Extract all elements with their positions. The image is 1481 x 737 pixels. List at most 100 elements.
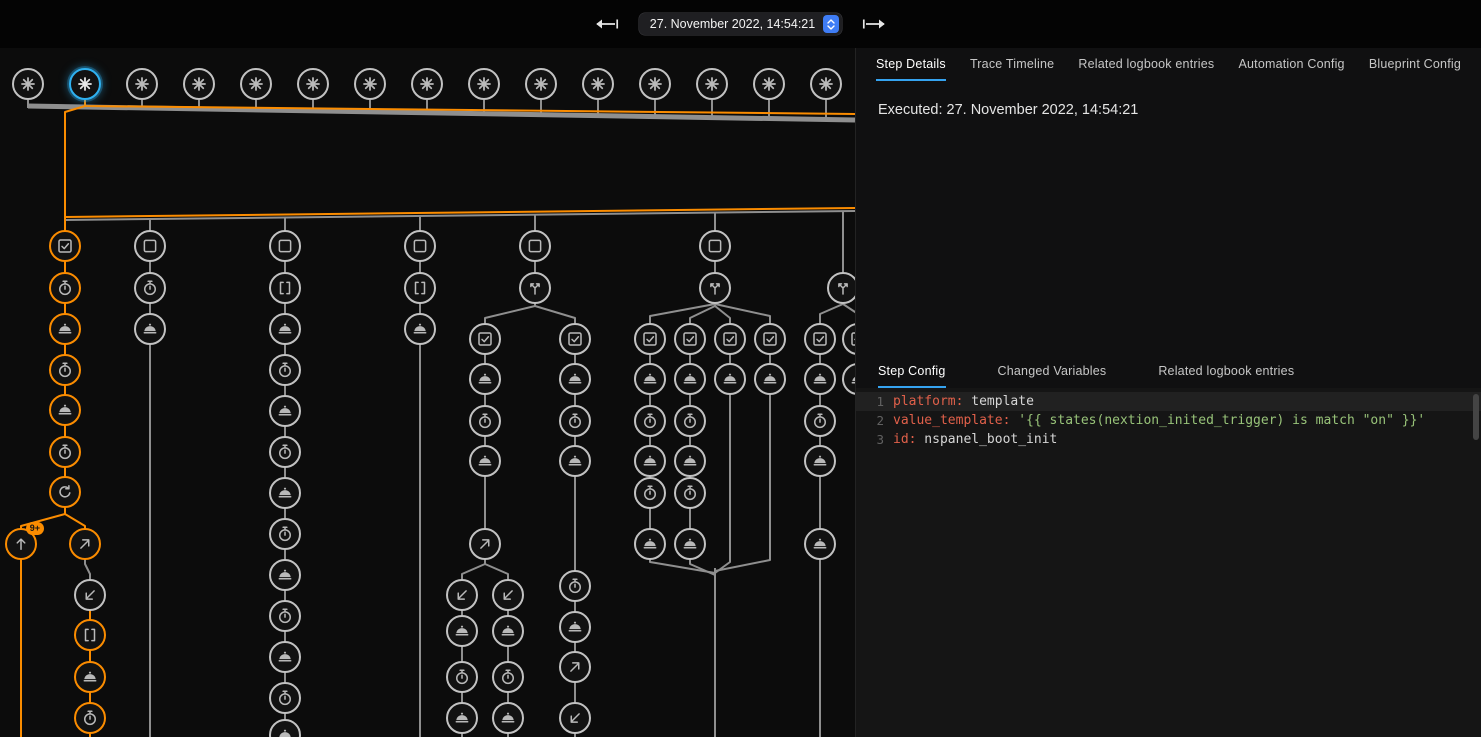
trace-node-service[interactable] xyxy=(634,445,666,477)
run-date-select[interactable]: 27. November 2022, 14:54:21 xyxy=(639,13,842,35)
trace-node-service[interactable] xyxy=(49,394,81,426)
trace-node-service[interactable] xyxy=(804,445,836,477)
trace-node-sw[interactable] xyxy=(492,579,524,611)
trace-node-delay[interactable] xyxy=(269,518,301,550)
trace-node-service[interactable] xyxy=(269,395,301,427)
trace-node-delay[interactable] xyxy=(559,405,591,437)
trace-node-choose[interactable] xyxy=(519,272,551,304)
trace-node-service[interactable] xyxy=(634,363,666,395)
trace-node-template[interactable] xyxy=(269,272,301,304)
trace-node-ne[interactable] xyxy=(69,528,101,560)
trace-node-choose[interactable] xyxy=(699,272,731,304)
trace-node-condition[interactable] xyxy=(49,230,81,262)
code-line-2[interactable]: 2value_template: '{{ states(nextion_init… xyxy=(856,411,1481,430)
trace-node-template[interactable] xyxy=(404,272,436,304)
tab-changed-variables[interactable]: Changed Variables xyxy=(998,355,1107,388)
trace-node-service[interactable] xyxy=(469,363,501,395)
trace-node-repeat[interactable] xyxy=(49,476,81,508)
trace-node-blank[interactable] xyxy=(134,230,166,262)
trace-node-service[interactable] xyxy=(714,363,746,395)
trace-node-trigger[interactable] xyxy=(183,68,215,100)
trace-node-trigger[interactable] xyxy=(126,68,158,100)
previous-run-button[interactable] xyxy=(589,14,623,34)
trace-node-delay[interactable] xyxy=(559,570,591,602)
trace-node-condition[interactable] xyxy=(469,323,501,355)
trace-node-service[interactable] xyxy=(492,702,524,734)
trace-node-trigger[interactable] xyxy=(69,68,101,100)
trace-node-service[interactable] xyxy=(446,615,478,647)
trace-node-ne[interactable] xyxy=(469,528,501,560)
trace-node-service[interactable] xyxy=(559,445,591,477)
trace-node-sw[interactable] xyxy=(559,702,591,734)
trace-node-delay[interactable] xyxy=(49,354,81,386)
trace-node-service[interactable] xyxy=(804,363,836,395)
trace-node-delay[interactable] xyxy=(49,436,81,468)
trace-node-sw[interactable] xyxy=(74,579,106,611)
trace-node-service[interactable] xyxy=(269,559,301,591)
tab-related-logbook-entries[interactable]: Related logbook entries xyxy=(1078,48,1214,81)
trace-node-trigger[interactable] xyxy=(12,68,44,100)
trace-node-service[interactable] xyxy=(134,313,166,345)
trace-node-trigger[interactable] xyxy=(810,68,842,100)
trace-node-delay[interactable] xyxy=(269,354,301,386)
tab-step-config[interactable]: Step Config xyxy=(878,355,946,388)
scrollbar-thumb[interactable] xyxy=(1473,394,1479,440)
trace-node-service[interactable] xyxy=(559,611,591,643)
code-line-3[interactable]: 3id: nspanel_boot_init xyxy=(856,430,1481,449)
trace-node-delay[interactable] xyxy=(804,405,836,437)
trace-node-trigger[interactable] xyxy=(525,68,557,100)
code-line-1[interactable]: 1platform: template xyxy=(856,392,1481,411)
trace-node-blank[interactable] xyxy=(519,230,551,262)
trace-node-trigger[interactable] xyxy=(639,68,671,100)
trace-node-trigger[interactable] xyxy=(753,68,785,100)
trace-node-trigger[interactable] xyxy=(582,68,614,100)
trace-node-service[interactable] xyxy=(469,445,501,477)
trace-node-service[interactable] xyxy=(674,363,706,395)
trace-node-delay[interactable] xyxy=(634,477,666,509)
trace-node-delay[interactable] xyxy=(674,477,706,509)
trace-node-service[interactable] xyxy=(269,313,301,345)
trace-node-service[interactable] xyxy=(674,528,706,560)
trace-node-delay[interactable] xyxy=(492,661,524,693)
tab-automation-config[interactable]: Automation Config xyxy=(1238,48,1344,81)
trace-node-condition[interactable] xyxy=(674,323,706,355)
step-config-editor[interactable]: 1platform: template2value_template: '{{ … xyxy=(856,388,1481,737)
trace-node-service[interactable] xyxy=(634,528,666,560)
trace-node-choose[interactable] xyxy=(827,272,855,304)
next-run-button[interactable] xyxy=(858,14,892,34)
trace-node-blank[interactable] xyxy=(699,230,731,262)
trace-node-service[interactable] xyxy=(674,445,706,477)
trace-node-condition[interactable] xyxy=(634,323,666,355)
trace-node-trigger[interactable] xyxy=(354,68,386,100)
trace-node-trigger[interactable] xyxy=(297,68,329,100)
trace-node-trigger[interactable] xyxy=(696,68,728,100)
tab-blueprint-config[interactable]: Blueprint Config xyxy=(1369,48,1461,81)
trace-node-template[interactable] xyxy=(74,619,106,651)
trace-node-delay[interactable] xyxy=(674,405,706,437)
trace-node-delay[interactable] xyxy=(634,405,666,437)
trace-node-trigger[interactable] xyxy=(468,68,500,100)
trace-node-condition[interactable] xyxy=(754,323,786,355)
trace-node-delay[interactable] xyxy=(74,702,106,734)
trace-node-up[interactable]: 9+ xyxy=(5,528,37,560)
trace-node-service[interactable] xyxy=(269,477,301,509)
trace-node-trigger[interactable] xyxy=(411,68,443,100)
trace-node-trigger[interactable] xyxy=(240,68,272,100)
trace-node-delay[interactable] xyxy=(269,600,301,632)
trace-node-condition[interactable] xyxy=(804,323,836,355)
trace-node-condition[interactable] xyxy=(714,323,746,355)
trace-node-delay[interactable] xyxy=(49,272,81,304)
trace-node-blank[interactable] xyxy=(269,230,301,262)
trace-node-delay[interactable] xyxy=(134,272,166,304)
trace-node-sw[interactable] xyxy=(446,579,478,611)
trace-node-blank[interactable] xyxy=(404,230,436,262)
trace-node-delay[interactable] xyxy=(269,436,301,468)
trace-node-service[interactable] xyxy=(269,641,301,673)
trace-node-service[interactable] xyxy=(754,363,786,395)
trace-node-service[interactable] xyxy=(404,313,436,345)
trace-node-ne[interactable] xyxy=(559,651,591,683)
trace-node-delay[interactable] xyxy=(469,405,501,437)
trace-node-delay[interactable] xyxy=(446,661,478,693)
tab-step-details[interactable]: Step Details xyxy=(876,48,946,81)
trace-node-service[interactable] xyxy=(74,661,106,693)
